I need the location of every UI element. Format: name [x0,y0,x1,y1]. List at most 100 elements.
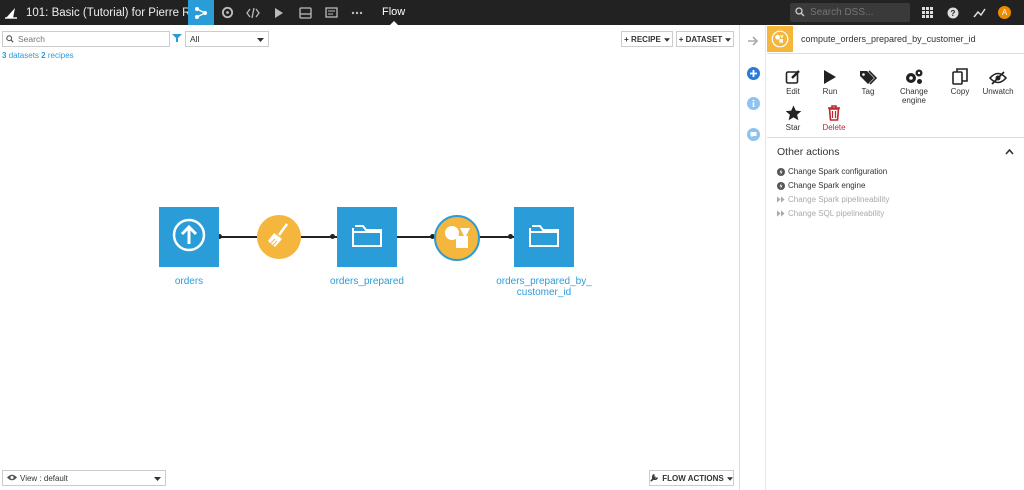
other-actions-title: Other actions [777,146,840,158]
upload-icon [171,217,207,258]
unwatch-action-label: Unwatch [982,87,1014,96]
fast-forward-icon [777,210,785,218]
dashboard-nav-icon[interactable] [292,0,318,25]
dataset-label-line: customer_id [516,287,572,298]
other-action-label: Change SQL pipelineability [788,209,885,218]
folder-icon [349,220,385,255]
group-recipe-icon [767,26,793,52]
svg-text:?: ? [951,9,956,18]
datasets-count: 3 [2,51,7,60]
other-actions-section: Other actions Change Spark configuration… [767,137,1024,226]
dataset-node-orders-prepared-by-customer-id[interactable] [514,207,574,267]
delete-action-label: Delete [822,123,846,132]
panel-title: compute_orders_prepared_by_customer_id [801,34,976,44]
dataset-label-line: orders_prepared_by_ [496,276,592,287]
other-action-label: Change Spark engine [788,181,866,190]
trash-icon [808,101,860,121]
dataset-node-orders[interactable] [159,207,219,267]
right-panel-rail [740,25,766,490]
arrow-right-icon[interactable] [746,34,760,48]
flow-filter: All [172,31,271,47]
delete-action[interactable]: Delete [808,101,860,132]
caret-down-icon [257,34,264,44]
chevron-up-icon[interactable] [1005,146,1014,158]
dataiku-logo[interactable] [2,0,20,25]
recipe-node-group[interactable] [434,215,480,261]
add-dataset-label: + DATASET [678,34,723,44]
other-actions-header[interactable]: Other actions [777,146,1014,158]
change-sql-pipelineability: Change SQL pipelineability [777,209,1014,218]
wrench-icon [650,473,659,484]
change-spark-pipelineability: Change Spark pipelineability [777,195,1014,204]
flow-actions-button[interactable]: FLOW ACTIONS [649,470,734,486]
dataset-label-orders-prepared-by-customer-id[interactable]: orders_prepared_by_ customer_id [484,276,604,298]
flow-edge [396,236,434,238]
unwatch-action[interactable]: Unwatch [972,65,1024,96]
change-engine-action[interactable]: Change engine [888,65,940,105]
tag-action-label: Tag [861,87,875,96]
fast-forward-icon [777,196,785,204]
global-search[interactable] [790,3,910,22]
eye-icon [7,474,17,483]
apps-grid-icon[interactable] [916,0,938,25]
filter-select-value: All [190,34,200,44]
actions-plus-icon[interactable] [746,66,760,80]
add-dataset-button[interactable]: + DATASET [676,31,734,47]
help-icon[interactable]: ? [942,0,964,25]
edge-dot [330,234,335,239]
flow-nav-icon[interactable] [188,0,214,25]
jobs-nav-icon[interactable] [266,0,292,25]
recipes-count-link[interactable]: recipes [48,51,74,60]
add-recipe-button[interactable]: + RECIPE [621,31,673,47]
other-action-label: Change Spark pipelineability [788,195,890,204]
activity-chart-icon[interactable] [968,0,990,25]
view-select-value: View : default [20,473,68,483]
info-icon[interactable] [746,96,760,110]
recipe-node-prepare[interactable] [257,215,301,259]
caret-down-icon [725,35,732,44]
add-recipe-label: + RECIPE [624,34,661,44]
tag-action[interactable]: Tag [842,65,894,96]
search-icon [6,30,14,48]
code-nav-icon[interactable] [240,0,266,25]
project-title[interactable]: 101: Basic (Tutorial) for Pierre Ro... [26,7,188,19]
group-shapes-icon [442,222,472,255]
edge-dot [508,234,513,239]
tag-icon [842,65,894,85]
recipes-count: 2 [41,51,46,60]
folder-icon [526,220,562,255]
caret-down-icon [154,474,161,483]
gears-icon [888,65,940,85]
caret-down-icon [663,35,670,44]
view-select[interactable]: View : default [2,470,166,486]
change-engine-label: Change engine [899,87,929,105]
wiki-nav-icon[interactable] [318,0,344,25]
flow-edge [219,236,257,238]
global-search-input[interactable] [810,7,905,18]
datasets-count-link[interactable]: datasets [9,51,39,60]
details-panel: compute_orders_prepared_by_customer_id E… [767,25,1024,490]
discussion-icon[interactable] [746,127,760,141]
flow-actions-label: FLOW ACTIONS [662,473,724,483]
lab-nav-icon[interactable] [214,0,240,25]
dataset-node-orders-prepared[interactable] [337,207,397,267]
user-avatar[interactable]: A [998,6,1011,19]
search-icon [795,4,805,22]
flow-search-input[interactable] [18,34,158,44]
active-view-label: Flow [382,0,405,25]
caret-down-icon [726,474,733,483]
spark-icon [777,181,785,190]
broom-icon [265,221,293,254]
change-spark-engine[interactable]: Change Spark engine [777,181,1014,190]
filter-select[interactable]: All [185,31,269,47]
more-nav-icon[interactable] [344,0,370,25]
change-spark-configuration[interactable]: Change Spark configuration [777,167,1014,176]
dataset-label-orders-prepared[interactable]: orders_prepared [317,276,417,287]
eye-slash-icon [972,65,1024,85]
panel-header: compute_orders_prepared_by_customer_id [767,25,1024,54]
filter-icon[interactable] [172,30,182,48]
flow-counts: 3 datasets 2 recipes [2,51,74,60]
dataset-label-orders[interactable]: orders [149,276,229,287]
other-action-label: Change Spark configuration [788,167,888,176]
flow-search-box[interactable] [2,31,170,47]
